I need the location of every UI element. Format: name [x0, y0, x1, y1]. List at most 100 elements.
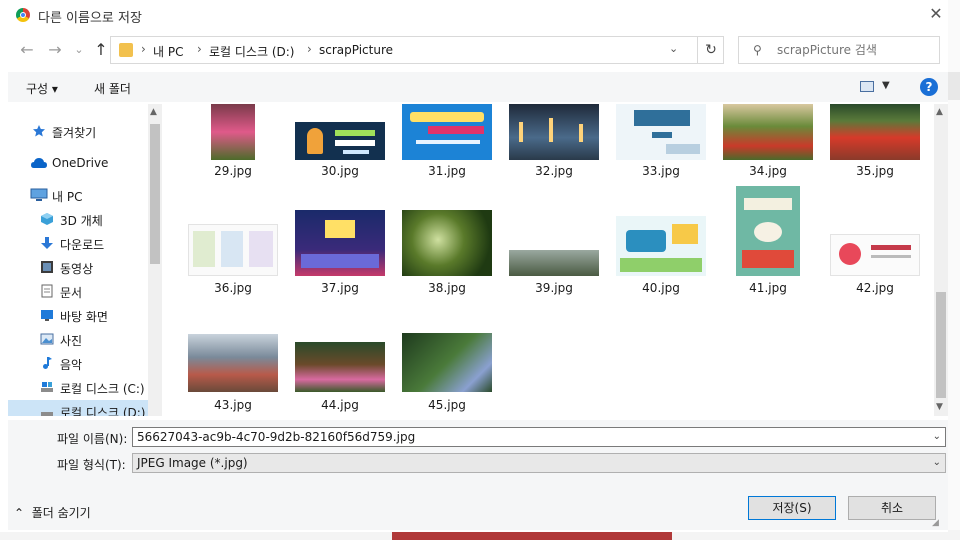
file-name[interactable]: 31.jpg — [402, 164, 492, 178]
file-name[interactable]: 34.jpg — [723, 164, 813, 178]
refresh-icon[interactable]: ↻ — [697, 37, 724, 63]
file-thumbnail[interactable] — [295, 342, 385, 392]
file-name[interactable]: 42.jpg — [830, 281, 920, 295]
close-icon[interactable]: ✕ — [926, 4, 946, 24]
scrollbar-thumb[interactable] — [150, 124, 160, 264]
nav-item-this-pc[interactable]: 내 PC — [8, 184, 148, 206]
file-name[interactable]: 40.jpg — [616, 281, 706, 295]
resize-grip-icon[interactable]: ◢ — [932, 518, 939, 528]
nav-item-label: 사진 — [60, 334, 83, 348]
breadcrumb-scrappicture[interactable]: scrapPicture — [319, 43, 393, 57]
scroll-down-icon[interactable]: ▼ — [936, 402, 943, 412]
recent-dropdown-icon[interactable]: ⌄ — [70, 41, 88, 59]
filetype-select[interactable]: JPEG Image (*.jpg) ⌄ — [132, 453, 946, 473]
dialog-footer: ⌃ 폴더 숨기기 저장(S) 취소 ◢ — [8, 480, 948, 530]
search-input[interactable] — [777, 42, 933, 58]
breadcrumb-local-disk-d[interactable]: 로컬 디스크 (D:) — [209, 43, 294, 60]
search-box[interactable]: ⚲ — [738, 36, 940, 64]
file-name[interactable]: 37.jpg — [295, 281, 385, 295]
scroll-up-icon[interactable]: ▲ — [936, 107, 943, 117]
file-thumbnail[interactable] — [402, 104, 492, 160]
file-thumbnail[interactable] — [830, 104, 920, 160]
title-bar: 다른 이름으로 저장 ✕ — [0, 0, 948, 30]
hide-folders-label: 폴더 숨기기 — [31, 506, 91, 520]
file-name[interactable]: 39.jpg — [509, 281, 599, 295]
up-arrow-icon[interactable]: ↑ — [92, 41, 110, 59]
nav-item-label: OneDrive — [52, 156, 109, 170]
scroll-up-icon[interactable]: ▲ — [150, 107, 157, 117]
nav-item-label: 로컬 디스크 (D:) — [60, 406, 146, 416]
save-button[interactable]: 저장(S) — [748, 496, 836, 520]
nav-item-music[interactable]: 음악 — [8, 352, 148, 374]
view-options-icon[interactable] — [860, 81, 874, 92]
breadcrumb-my-pc[interactable]: 내 PC — [153, 43, 183, 60]
help-icon[interactable]: ? — [920, 78, 938, 96]
organize-menu[interactable]: 구성 ▾ — [26, 80, 58, 97]
nav-item-local-disk-d[interactable]: 로컬 디스크 (D:) — [8, 400, 148, 416]
filename-label: 파일 이름(N): — [57, 432, 128, 446]
file-thumbnail[interactable] — [188, 334, 278, 392]
file-thumbnail[interactable] — [402, 333, 492, 392]
nav-item-label: 동영상 — [60, 262, 94, 276]
nav-item-label: 바탕 화면 — [60, 310, 108, 324]
file-name[interactable]: 41.jpg — [723, 281, 813, 295]
nav-item-label: 문서 — [60, 286, 83, 300]
nav-item-onedrive[interactable]: OneDrive — [8, 152, 148, 174]
nav-item-downloads[interactable]: 다운로드 — [8, 232, 148, 254]
nav-item-label: 음악 — [60, 358, 83, 372]
nav-item-label: 3D 개체 — [60, 214, 103, 228]
star-icon — [33, 125, 45, 137]
chevron-down-icon[interactable]: ⌄ — [933, 454, 941, 472]
file-name[interactable]: 33.jpg — [616, 164, 706, 178]
file-name[interactable]: 32.jpg — [509, 164, 599, 178]
nav-item-local-disk-c[interactable]: 로컬 디스크 (C:) — [8, 376, 148, 398]
file-thumbnail[interactable] — [295, 122, 385, 160]
nav-item-videos[interactable]: 동영상 — [8, 256, 148, 278]
file-name[interactable]: 36.jpg — [188, 281, 278, 295]
file-name[interactable]: 38.jpg — [402, 281, 492, 295]
scrollbar-thumb[interactable] — [936, 292, 946, 398]
file-thumbnail[interactable] — [188, 224, 278, 276]
file-thumbnail[interactable] — [616, 104, 706, 160]
file-thumbnail[interactable] — [736, 186, 800, 276]
file-name[interactable]: 45.jpg — [402, 398, 492, 412]
cube-icon — [41, 213, 53, 225]
file-thumbnail[interactable] — [723, 104, 813, 160]
nav-item-3d-objects[interactable]: 3D 개체 — [8, 208, 148, 230]
file-name[interactable]: 43.jpg — [188, 398, 278, 412]
new-folder-button[interactable]: 새 폴더 — [94, 80, 131, 97]
computer-icon — [30, 188, 48, 201]
filename-field[interactable]: 56627043-ac9b-4c70-9d2b-82160f56d759.jpg… — [132, 427, 946, 447]
navigation-pane-scrollbar[interactable]: ▲ — [148, 104, 162, 416]
file-thumbnail[interactable] — [830, 234, 920, 276]
nav-item-desktop[interactable]: 바탕 화면 — [8, 304, 148, 326]
file-thumbnail[interactable] — [509, 104, 599, 160]
nav-item-documents[interactable]: 문서 — [8, 280, 148, 302]
chevron-down-icon[interactable]: ⌄ — [933, 428, 941, 446]
cloud-icon — [31, 158, 47, 168]
cancel-button[interactable]: 취소 — [848, 496, 936, 520]
address-bar[interactable]: › 내 PC › 로컬 디스크 (D:) › scrapPicture ⌄ ↻ — [110, 36, 724, 64]
hide-folders-toggle[interactable]: ⌃ 폴더 숨기기 — [14, 504, 91, 521]
file-name[interactable]: 30.jpg — [295, 164, 385, 178]
forward-arrow-icon[interactable]: → — [46, 41, 64, 59]
file-thumbnail[interactable] — [295, 210, 385, 276]
file-list-scrollbar[interactable]: ▲ ▼ — [934, 104, 948, 416]
file-thumbnail[interactable] — [211, 104, 255, 160]
chevron-down-icon[interactable]: ⌄ — [669, 42, 678, 55]
file-name[interactable]: 35.jpg — [830, 164, 920, 178]
nav-item-pictures[interactable]: 사진 — [8, 328, 148, 350]
back-arrow-icon[interactable]: ← — [18, 41, 36, 59]
file-thumbnail[interactable] — [509, 250, 599, 276]
nav-item-label: 즐겨찾기 — [52, 126, 97, 140]
breadcrumb-separator: › — [307, 42, 312, 56]
nav-item-favorites[interactable]: 즐겨찾기 — [8, 120, 148, 142]
navigation-pane: 즐겨찾기 OneDrive 내 PC 3D 개체 다운로드 동영상 문서 바탕 — [8, 104, 148, 416]
chevron-down-icon[interactable]: ▼ — [882, 80, 890, 91]
save-fields: 파일 이름(N): 56627043-ac9b-4c70-9d2b-82160f… — [8, 420, 948, 480]
file-name[interactable]: 29.jpg — [188, 164, 278, 178]
file-name[interactable]: 44.jpg — [295, 398, 385, 412]
file-thumbnail[interactable] — [402, 210, 492, 276]
file-thumbnail[interactable] — [616, 216, 706, 276]
window-title: 다른 이름으로 저장 — [38, 11, 142, 26]
